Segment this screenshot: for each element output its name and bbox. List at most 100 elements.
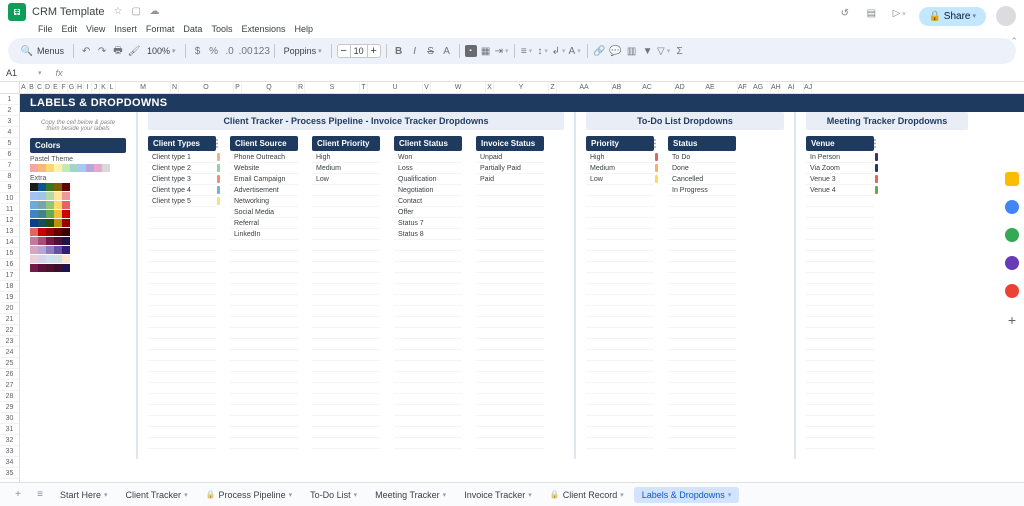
- color-swatch[interactable]: [62, 228, 70, 236]
- list-item[interactable]: [148, 350, 216, 361]
- percent-icon[interactable]: %: [207, 44, 221, 58]
- list-item[interactable]: [806, 207, 874, 218]
- list-item[interactable]: [476, 350, 544, 361]
- list-item[interactable]: Contact: [394, 196, 462, 207]
- list-item[interactable]: [230, 427, 298, 438]
- list-item[interactable]: [230, 416, 298, 427]
- collapse-toolbar-icon[interactable]: ⌃: [1010, 36, 1018, 47]
- row-header[interactable]: 3: [0, 116, 19, 127]
- color-swatch[interactable]: [54, 192, 62, 200]
- sheets-logo[interactable]: [8, 3, 26, 21]
- list-item[interactable]: [148, 240, 216, 251]
- list-item[interactable]: [806, 383, 874, 394]
- list-item[interactable]: [806, 405, 874, 416]
- col-header[interactable]: H: [76, 82, 84, 93]
- list-item[interactable]: [476, 328, 544, 339]
- list-item[interactable]: [394, 284, 462, 295]
- menu-data[interactable]: Data: [179, 24, 206, 35]
- list-item[interactable]: Phone Outreach: [230, 152, 298, 163]
- list-item[interactable]: Offer: [394, 207, 462, 218]
- link-icon[interactable]: 🔗: [593, 44, 607, 58]
- add-sheet-button[interactable]: +: [8, 486, 28, 504]
- list-item[interactable]: [148, 416, 216, 427]
- list-item[interactable]: Cancelled: [668, 174, 736, 185]
- list-item[interactable]: [394, 317, 462, 328]
- list-item[interactable]: [586, 416, 654, 427]
- list-item[interactable]: [148, 427, 216, 438]
- list-item[interactable]: [394, 438, 462, 449]
- list-item[interactable]: Low: [586, 174, 654, 185]
- row-header[interactable]: 30: [0, 413, 19, 424]
- col-header[interactable]: G: [68, 82, 76, 93]
- col-header[interactable]: Z: [549, 82, 557, 93]
- list-item[interactable]: [586, 185, 654, 196]
- list-item[interactable]: Status 7: [394, 218, 462, 229]
- list-item[interactable]: Client type 1: [148, 152, 216, 163]
- color-swatch[interactable]: [54, 228, 62, 236]
- list-item[interactable]: [312, 218, 380, 229]
- row-header[interactable]: 8: [0, 171, 19, 182]
- list-item[interactable]: Venue 4: [806, 185, 874, 196]
- row-header[interactable]: 26: [0, 369, 19, 380]
- list-item[interactable]: Low: [312, 174, 380, 185]
- format-123-icon[interactable]: 123: [255, 44, 269, 58]
- list-item[interactable]: [394, 251, 462, 262]
- color-swatch[interactable]: [62, 255, 70, 263]
- list-item[interactable]: High: [586, 152, 654, 163]
- list-item[interactable]: [312, 185, 380, 196]
- list-item[interactable]: Paid: [476, 174, 544, 185]
- row-header[interactable]: 7: [0, 160, 19, 171]
- list-item[interactable]: [312, 273, 380, 284]
- list-item[interactable]: [586, 427, 654, 438]
- list-item[interactable]: [394, 405, 462, 416]
- functions-icon[interactable]: Σ: [673, 44, 687, 58]
- row-header[interactable]: 21: [0, 314, 19, 325]
- color-swatch[interactable]: [46, 255, 54, 263]
- col-header[interactable]: C: [36, 82, 44, 93]
- row-header[interactable]: 31: [0, 424, 19, 435]
- color-swatch[interactable]: [62, 264, 70, 272]
- row-header[interactable]: 19: [0, 292, 19, 303]
- col-header[interactable]: S: [305, 82, 360, 93]
- color-swatch[interactable]: [30, 164, 38, 172]
- color-swatch[interactable]: [54, 255, 62, 263]
- list-item[interactable]: [476, 383, 544, 394]
- sheet-tab[interactable]: Meeting Tracker▾: [367, 487, 454, 503]
- list-item[interactable]: [230, 394, 298, 405]
- list-item[interactable]: [230, 240, 298, 251]
- col-header[interactable]: J: [92, 82, 100, 93]
- col-header[interactable]: Q: [242, 82, 297, 93]
- col-header[interactable]: L: [108, 82, 116, 93]
- paint-format-icon[interactable]: 🖌: [127, 44, 141, 58]
- color-swatch[interactable]: [38, 219, 46, 227]
- list-item[interactable]: [476, 295, 544, 306]
- color-swatch[interactable]: [46, 192, 54, 200]
- row-header[interactable]: 11: [0, 204, 19, 215]
- color-swatch[interactable]: [46, 264, 54, 272]
- list-item[interactable]: [586, 350, 654, 361]
- list-item[interactable]: [312, 295, 380, 306]
- color-swatch[interactable]: [30, 219, 38, 227]
- list-item[interactable]: [668, 262, 736, 273]
- list-item[interactable]: [668, 350, 736, 361]
- list-item[interactable]: [312, 317, 380, 328]
- history-icon[interactable]: ↺: [841, 8, 857, 24]
- menu-file[interactable]: File: [34, 24, 57, 35]
- list-item[interactable]: [394, 339, 462, 350]
- list-item[interactable]: [806, 196, 874, 207]
- list-item[interactable]: [312, 251, 380, 262]
- color-swatch[interactable]: [30, 264, 38, 272]
- list-item[interactable]: [668, 394, 736, 405]
- color-swatch[interactable]: [54, 210, 62, 218]
- list-item[interactable]: [668, 207, 736, 218]
- list-item[interactable]: [806, 295, 874, 306]
- row-header[interactable]: 33: [0, 446, 19, 457]
- color-swatch[interactable]: [86, 164, 94, 172]
- list-item[interactable]: [148, 218, 216, 229]
- list-item[interactable]: [668, 427, 736, 438]
- color-swatch[interactable]: [102, 164, 110, 172]
- col-header[interactable]: P: [234, 82, 242, 93]
- list-item[interactable]: [394, 383, 462, 394]
- list-item[interactable]: [586, 328, 654, 339]
- row-header[interactable]: 16: [0, 259, 19, 270]
